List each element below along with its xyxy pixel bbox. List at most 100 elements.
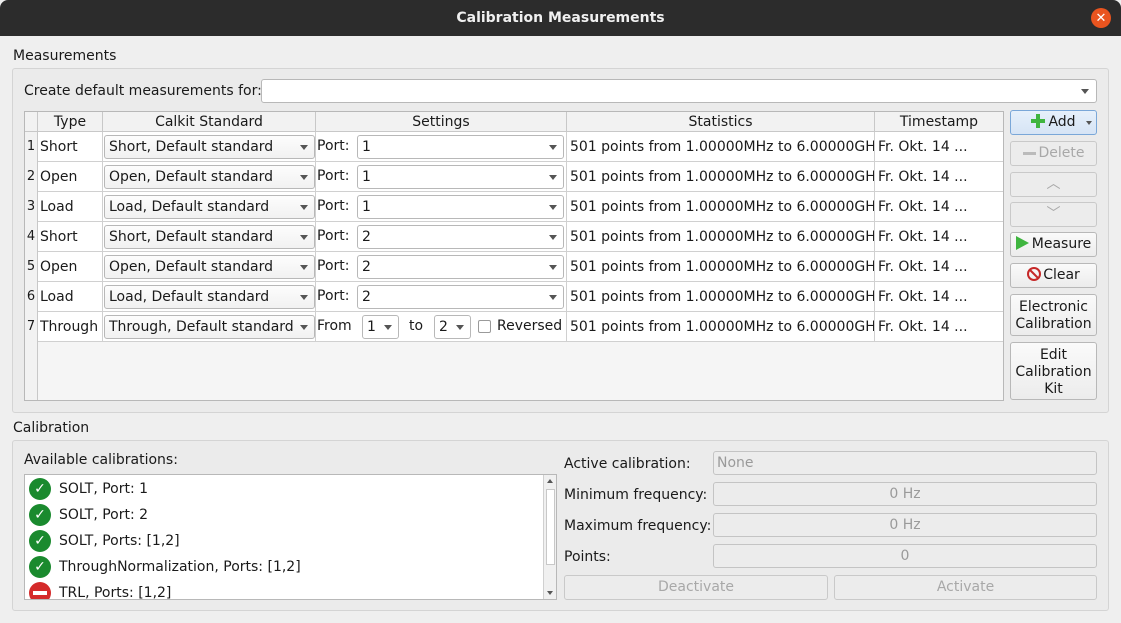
table-row[interactable]: 1 Short Short, Default standard Port: 1 …: [25, 132, 1003, 162]
scroll-up-icon[interactable]: [547, 479, 553, 483]
move-up-button[interactable]: ︿: [1010, 172, 1097, 197]
table-row[interactable]: 3 Load Load, Default standard Port: 1 50…: [25, 192, 1003, 222]
clear-button[interactable]: Clear: [1010, 263, 1097, 288]
electronic-calibration-label-1: Electronic: [1018, 299, 1088, 315]
port-combo[interactable]: 1: [357, 195, 564, 219]
row-number: 2: [25, 162, 38, 192]
calkit-standard-combo[interactable]: Open, Default standard: [104, 255, 315, 279]
cell-divider: [566, 222, 567, 252]
chevron-down-icon: [549, 145, 557, 150]
row-number: 6: [25, 282, 38, 312]
from-port-value: 1: [367, 319, 376, 335]
port-combo[interactable]: 1: [357, 165, 564, 189]
activate-button[interactable]: Activate: [834, 575, 1097, 600]
scroll-thumb[interactable]: [546, 489, 555, 565]
create-default-label: Create default measurements for:: [24, 83, 262, 99]
edit-calkit-label-3: Kit: [1044, 381, 1063, 397]
chevron-down-icon: [300, 325, 308, 330]
calkit-standard-combo[interactable]: Short, Default standard: [104, 225, 315, 249]
port-label: Port:: [317, 258, 350, 274]
electronic-calibration-button[interactable]: Electronic Calibration: [1010, 294, 1097, 336]
table-row[interactable]: 7 Through Through, Default standard From…: [25, 312, 1003, 342]
measure-button[interactable]: Measure: [1010, 232, 1097, 257]
measurements-table: Type Calkit Standard Settings Statistics…: [24, 111, 1004, 401]
table-row[interactable]: 4 Short Short, Default standard Port: 2 …: [25, 222, 1003, 252]
active-calibration-field: None: [713, 451, 1097, 475]
table-row[interactable]: 5 Open Open, Default standard Port: 2 50…: [25, 252, 1003, 282]
chevron-down-icon: [549, 175, 557, 180]
chevron-down-icon: [1081, 89, 1089, 94]
calkit-standard-value: Through, Default standard: [109, 319, 294, 335]
list-item[interactable]: ✓ ThroughNormalization, Ports: [1,2]: [29, 554, 301, 580]
list-scrollbar[interactable]: [543, 475, 556, 599]
min-frequency-label: Minimum frequency:: [564, 487, 708, 503]
calkit-standard-combo[interactable]: Load, Default standard: [104, 195, 315, 219]
port-combo[interactable]: 2: [357, 255, 564, 279]
table-row[interactable]: 6 Load Load, Default standard Port: 2 50…: [25, 282, 1003, 312]
calkit-standard-value: Load, Default standard: [109, 199, 270, 215]
cell-divider: [315, 162, 316, 192]
port-combo[interactable]: 2: [357, 285, 564, 309]
port-combo[interactable]: 1: [357, 135, 564, 159]
port-label: Port:: [317, 228, 350, 244]
measurements-group-title: Measurements: [13, 48, 117, 64]
cell-divider: [566, 132, 567, 162]
port-value: 2: [362, 289, 371, 305]
available-calibrations-list[interactable]: ✓ SOLT, Port: 1 ✓ SOLT, Port: 2 ✓ SOLT, Ports…: [24, 474, 557, 600]
chevron-down-icon: [549, 295, 557, 300]
port-label: Port:: [317, 288, 350, 304]
cell-divider: [315, 252, 316, 282]
header-timestamp[interactable]: Timestamp: [875, 112, 1003, 132]
close-button[interactable]: ✕: [1091, 8, 1111, 28]
header-statistics[interactable]: Statistics: [567, 112, 875, 132]
chevron-down-icon: ﹀: [1046, 206, 1061, 222]
port-value: 1: [362, 169, 371, 185]
edit-calkit-label-2: Calibration: [1015, 364, 1092, 380]
close-icon: ✕: [1095, 10, 1107, 26]
title-bar: Calibration Measurements ✕: [0, 0, 1121, 36]
row-type: Open: [40, 252, 103, 282]
row-statistics: 501 points from 1.00000MHz to 6.00000GHz: [570, 312, 875, 342]
delete-label: Delete: [1038, 145, 1085, 161]
measure-label: Measure: [1031, 236, 1092, 252]
edit-calkit-label-1: Edit: [1039, 347, 1068, 363]
scroll-down-icon[interactable]: [547, 591, 553, 595]
calkit-standard-value: Open, Default standard: [109, 169, 273, 185]
header-calkit-standard[interactable]: Calkit Standard: [103, 112, 316, 132]
electronic-calibration-label-2: Calibration: [1015, 316, 1092, 332]
list-item[interactable]: ✓ SOLT, Port: 1: [29, 476, 148, 502]
to-port-combo[interactable]: 2: [434, 315, 471, 339]
chevron-down-icon: [300, 295, 308, 300]
calkit-standard-combo[interactable]: Through, Default standard: [104, 315, 315, 339]
add-plus-icon: [1031, 114, 1046, 128]
header-type[interactable]: Type: [38, 112, 103, 132]
calkit-standard-value: Open, Default standard: [109, 259, 273, 275]
list-item[interactable]: ✓ SOLT, Port: 2: [29, 502, 148, 528]
port-combo[interactable]: 2: [357, 225, 564, 249]
add-button[interactable]: Add: [1010, 110, 1097, 135]
header-settings[interactable]: Settings: [316, 112, 567, 132]
check-circle-icon: ✓: [29, 504, 51, 526]
list-item-label: SOLT, Ports: [1,2]: [59, 533, 180, 549]
unavailable-icon: [29, 582, 51, 599]
edit-calibration-kit-button[interactable]: Edit Calibration Kit: [1010, 342, 1097, 400]
from-port-combo[interactable]: 1: [362, 315, 399, 339]
port-value: 1: [362, 139, 371, 155]
row-statistics: 501 points from 1.00000MHz to 6.00000GHz: [570, 192, 875, 222]
row-type: Load: [40, 192, 103, 222]
calkit-standard-combo[interactable]: Open, Default standard: [104, 165, 315, 189]
table-row[interactable]: 2 Open Open, Default standard Port: 1 50…: [25, 162, 1003, 192]
move-down-button[interactable]: ﹀: [1010, 202, 1097, 227]
chevron-down-icon: [549, 205, 557, 210]
calkit-standard-combo[interactable]: Short, Default standard: [104, 135, 315, 159]
deactivate-button[interactable]: Deactivate: [564, 575, 828, 600]
cell-divider: [566, 312, 567, 342]
calibration-group-title: Calibration: [13, 420, 90, 436]
calkit-standard-combo[interactable]: Load, Default standard: [104, 285, 315, 309]
create-default-combo[interactable]: [261, 79, 1097, 103]
cell-divider: [566, 162, 567, 192]
delete-button[interactable]: Delete: [1010, 141, 1097, 166]
reversed-checkbox[interactable]: [478, 320, 491, 333]
list-item[interactable]: ✓ SOLT, Ports: [1,2]: [29, 528, 180, 554]
list-item[interactable]: TRL, Ports: [1,2]: [29, 580, 171, 599]
